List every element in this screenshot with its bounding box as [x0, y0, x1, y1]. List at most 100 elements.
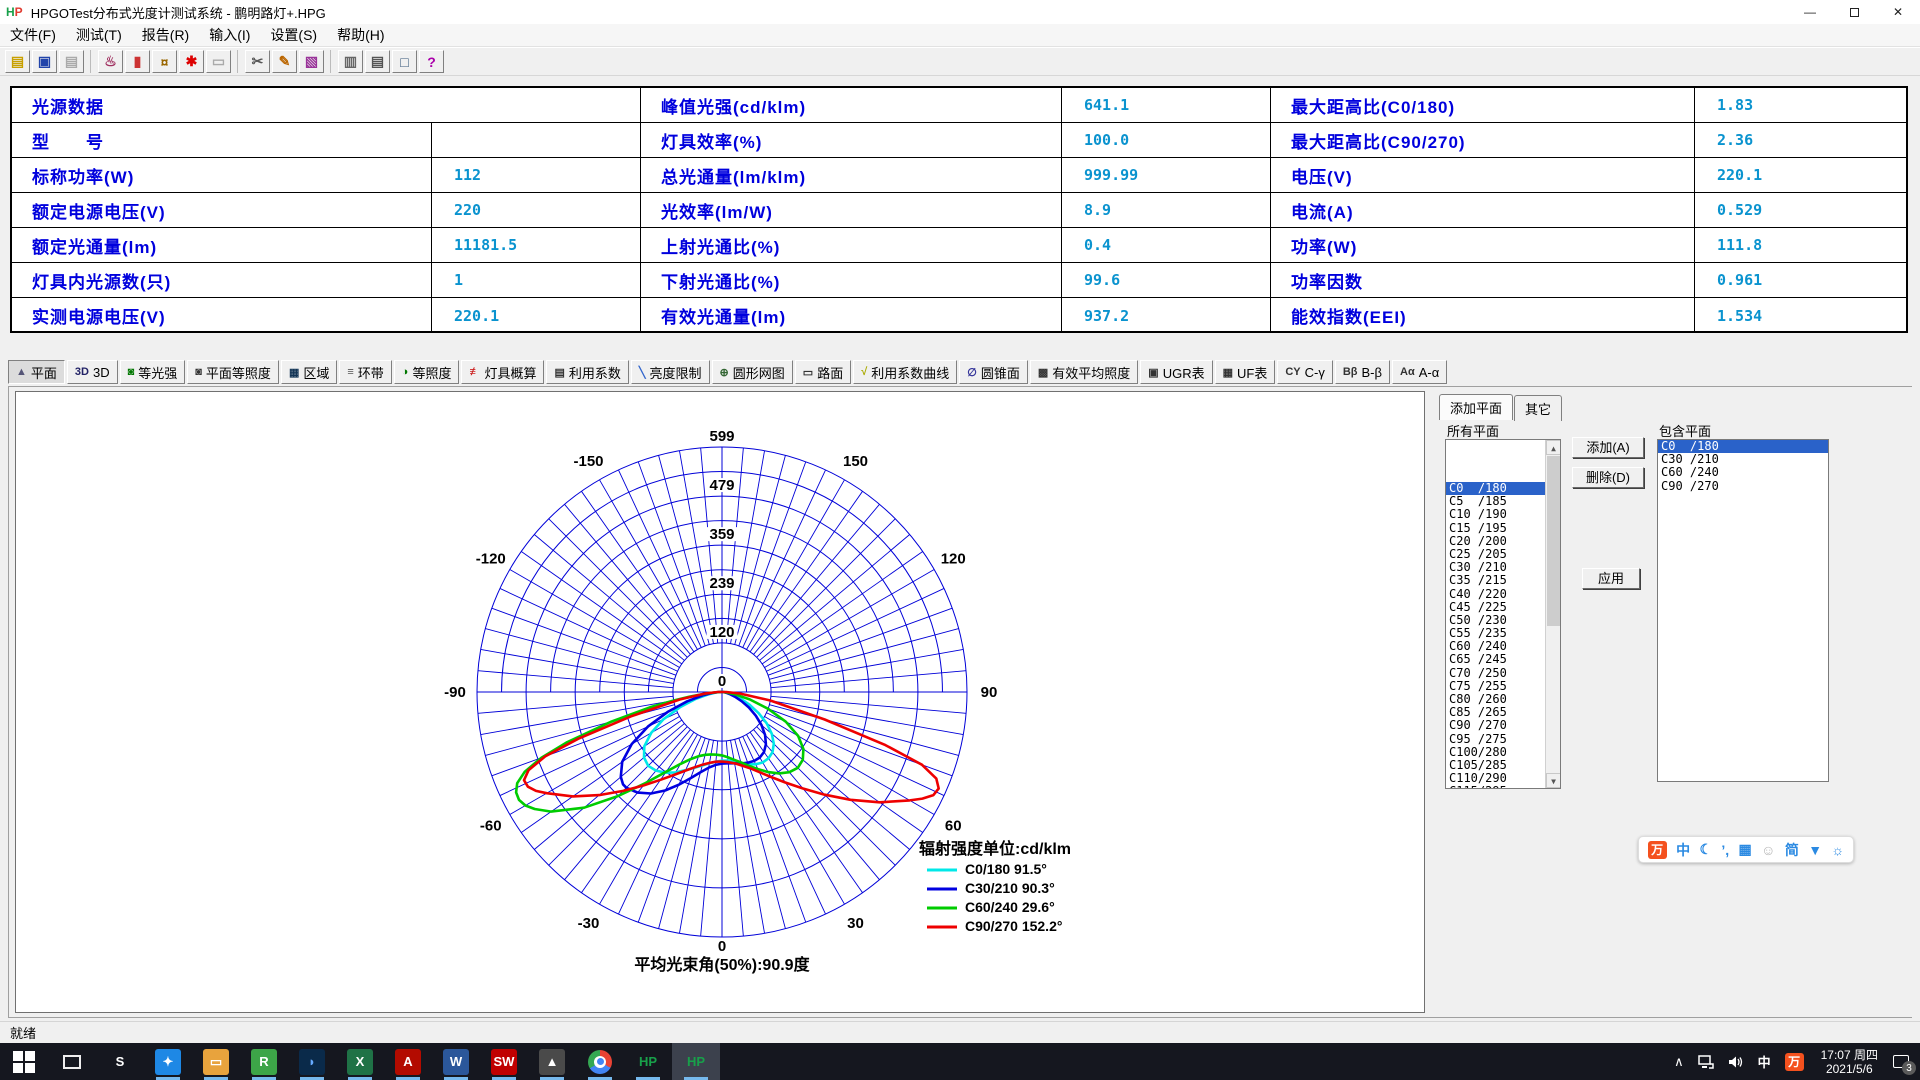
ime-settings-icon[interactable]: ☼ [1831, 842, 1844, 858]
help-button[interactable]: ? [419, 50, 444, 73]
ime-punctuation-icon[interactable]: ’, [1721, 842, 1729, 858]
included-plane-item[interactable]: C60 /240 [1658, 466, 1828, 479]
plane-list-item[interactable]: C20 /200 [1446, 535, 1545, 548]
stamp-app[interactable]: R [240, 1043, 288, 1080]
solidworks[interactable]: SW [480, 1043, 528, 1080]
hpgo-app[interactable]: HP [624, 1043, 672, 1080]
tray-ime-mode[interactable]: 中 [1758, 1052, 1771, 1071]
plane-list-item[interactable]: C100/280 [1446, 746, 1545, 759]
view-tab-4[interactable]: ▦区域 [281, 360, 337, 384]
start-button[interactable] [0, 1043, 48, 1080]
plane-list-item[interactable]: C65 /245 [1446, 653, 1545, 666]
included-planes-listbox[interactable]: C0 /180C30 /210C60 /240C90 /270 [1657, 439, 1829, 782]
close-button[interactable]: ✕ [1876, 0, 1920, 24]
stop-button[interactable]: ▭ [206, 50, 231, 73]
thermometer-button[interactable]: ▮ [125, 50, 150, 73]
ime-keyboard-icon[interactable]: ▦ [1739, 841, 1752, 858]
plane-list-item[interactable]: C95 /275 [1446, 733, 1545, 746]
minimize-button[interactable]: — [1788, 0, 1832, 24]
view-tab-13[interactable]: ∅圆锥面 [959, 360, 1028, 384]
plane-list-item[interactable]: C10 /190 [1446, 508, 1545, 521]
view-tab-8[interactable]: ▤利用系数 [546, 360, 628, 384]
apply-button[interactable]: 应用 [1582, 568, 1640, 589]
chrome[interactable] [576, 1043, 624, 1080]
ime-logo-icon[interactable]: 万 [1648, 841, 1667, 859]
view-tab-9[interactable]: ╲亮度限制 [631, 360, 710, 384]
plane-list-item[interactable]: C40 /220 [1446, 588, 1545, 601]
log-button[interactable]: ▧ [299, 50, 324, 73]
menu-item-4[interactable]: 设置(S) [260, 23, 327, 47]
lens-app[interactable]: ◗ [288, 1043, 336, 1080]
view-tab-1[interactable]: 3D3D [67, 360, 118, 384]
tray-chevron-icon[interactable]: ∧ [1674, 1054, 1684, 1070]
tray-clock[interactable]: 17:07 周四 2021/5/6 [1821, 1048, 1878, 1076]
tab-other[interactable]: 其它 [1514, 395, 1562, 421]
notification-center-icon[interactable]: 3 [1888, 1043, 1914, 1080]
view-tab-6[interactable]: ◑等照度 [394, 360, 460, 384]
lamp-test-button[interactable]: ¤ [152, 50, 177, 73]
plane-list-item[interactable]: C15 /195 [1446, 522, 1545, 535]
view-tab-11[interactable]: ▭路面 [795, 360, 851, 384]
open-file-button[interactable]: ▤ [5, 50, 30, 73]
sogou-app[interactable]: S [96, 1043, 144, 1080]
menu-item-5[interactable]: 帮助(H) [327, 23, 394, 47]
view-tab-12[interactable]: √利用系数曲线 [853, 360, 957, 384]
calibrate-button[interactable]: ✎ [272, 50, 297, 73]
all-planes-listbox[interactable]: C0 /180C5 /185C10 /190C15 /195C20 /200C2… [1445, 439, 1561, 789]
view-tab-7[interactable]: ≢灯具概算 [461, 360, 544, 384]
view-tab-14[interactable]: ▩有效平均照度 [1030, 360, 1138, 384]
view-tab-10[interactable]: ⊕圆形网图 [712, 360, 793, 384]
included-plane-item[interactable]: C90 /270 [1658, 480, 1828, 493]
view-tab-2[interactable]: ◙等光强 [120, 360, 186, 384]
view-tab-16[interactable]: ▦UF表 [1215, 360, 1276, 384]
ime-chinese-mode-icon[interactable]: 中 [1676, 840, 1690, 860]
tab-add-plane[interactable]: 添加平面 [1439, 394, 1513, 420]
goniometer-button[interactable]: ♨ [98, 50, 123, 73]
file-explorer[interactable]: ▭ [192, 1043, 240, 1080]
listbox-scrollbar[interactable]: ▲ ▼ [1545, 440, 1560, 788]
view-tab-5[interactable]: ≡环带 [339, 360, 391, 384]
tray-ime-logo-icon[interactable]: 万 [1785, 1053, 1804, 1071]
menu-item-2[interactable]: 报告(R) [132, 23, 199, 47]
acrobat[interactable]: A [384, 1043, 432, 1080]
plane-list-item[interactable]: C45 /225 [1446, 601, 1545, 614]
hpgo-app-active[interactable]: HP [672, 1043, 720, 1080]
photos[interactable]: ▲ [528, 1043, 576, 1080]
scrollbar-thumb[interactable] [1547, 456, 1560, 626]
scroll-down-icon[interactable]: ▼ [1546, 773, 1561, 788]
plane-list-item[interactable]: C35 /215 [1446, 574, 1545, 587]
ime-fullmoon-icon[interactable]: ☾ [1699, 841, 1712, 858]
ime-skin-icon[interactable]: ▼ [1808, 842, 1822, 858]
plane-list-item[interactable]: C90 /270 [1446, 719, 1545, 732]
speaker-icon[interactable] [1728, 1055, 1744, 1069]
view-tab-15[interactable]: ▣UGR表 [1140, 360, 1212, 384]
view-tab-3[interactable]: ◙平面等照度 [187, 360, 279, 384]
view-tab-19[interactable]: AαA-α [1392, 360, 1447, 384]
scroll-up-icon[interactable]: ▲ [1546, 440, 1561, 455]
task-view-button[interactable] [48, 1043, 96, 1080]
view-tab-18[interactable]: BβB-β [1335, 360, 1390, 384]
add-plane-button[interactable]: 添加(A) [1572, 437, 1644, 458]
excel[interactable]: X [336, 1043, 384, 1080]
print-preview-button[interactable]: □ [392, 50, 417, 73]
view-tab-17[interactable]: CYC-γ [1277, 360, 1333, 384]
ime-toolbar[interactable]: 万中 ☾ ’, ▦ ☺ 简 ▼ ☼ [1638, 836, 1854, 863]
word[interactable]: W [432, 1043, 480, 1080]
ime-account-icon[interactable]: ☺ [1761, 842, 1775, 858]
menu-item-0[interactable]: 文件(F) [0, 23, 66, 47]
delete-plane-button[interactable]: 删除(D) [1572, 467, 1644, 488]
save-button[interactable]: ▣ [32, 50, 57, 73]
tools-button[interactable]: ✂ [245, 50, 270, 73]
menu-item-3[interactable]: 输入(I) [199, 23, 260, 47]
plane-list-item[interactable]: C70 /250 [1446, 667, 1545, 680]
menu-item-1[interactable]: 测试(T) [66, 23, 132, 47]
print-button[interactable]: ▤ [365, 50, 390, 73]
dark-current-button[interactable]: ✱ [179, 50, 204, 73]
maximize-button[interactable] [1832, 0, 1876, 24]
view-tab-0[interactable]: ▲平面 [8, 360, 65, 384]
ime-simplified-icon[interactable]: 简 [1785, 840, 1799, 860]
export-report-button[interactable]: ▤ [59, 50, 84, 73]
plane-list-item[interactable]: C115/295 [1446, 785, 1545, 789]
bluebird-app[interactable]: ✦ [144, 1043, 192, 1080]
network-icon[interactable] [1698, 1055, 1714, 1069]
